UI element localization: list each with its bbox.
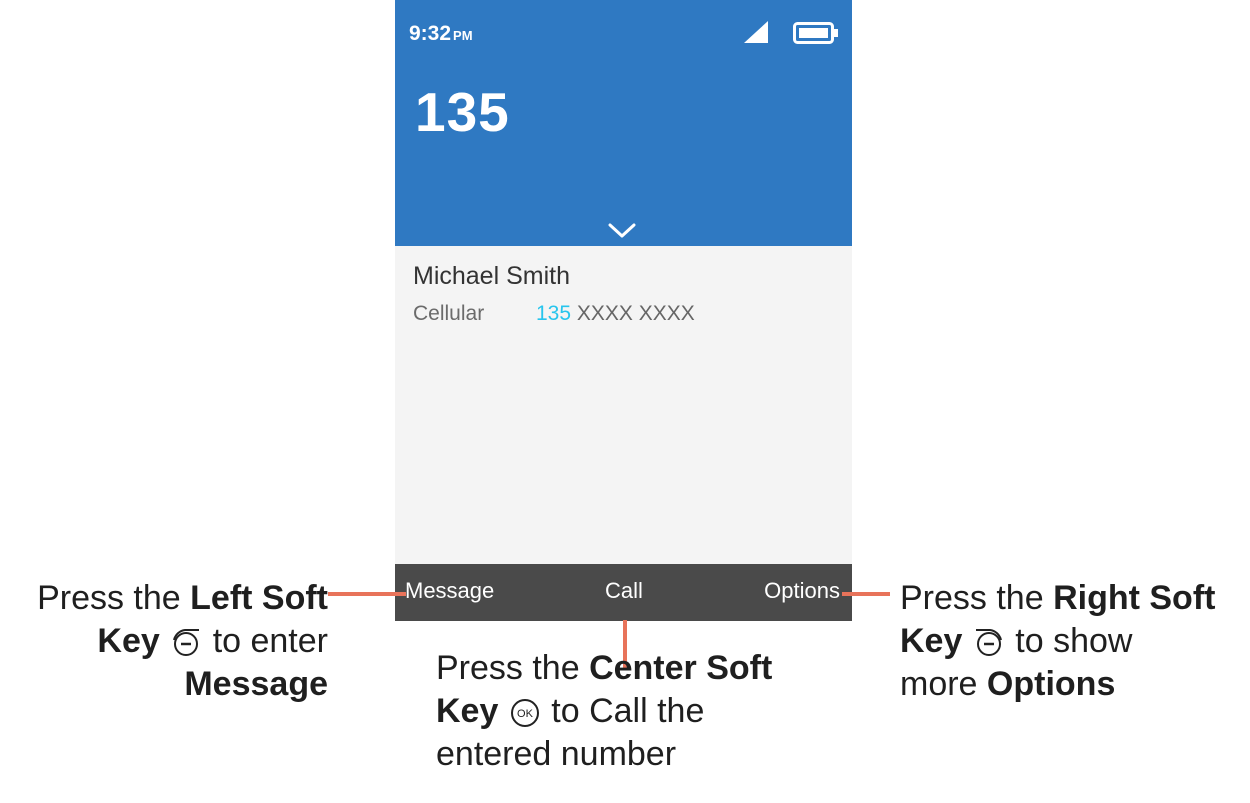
contact-suggestion[interactable]: Michael Smith Cellular 135 XXXX XXXX — [395, 246, 852, 564]
callout-bold: Key — [900, 622, 963, 660]
chevron-down-icon[interactable] — [607, 222, 637, 240]
right-callout-leader — [842, 592, 890, 596]
dialer-header: 9:32 PM 135 — [395, 0, 852, 246]
left-soft-key-callout: Press the Left Soft Key to enter Message — [8, 577, 328, 706]
status-ampm: PM — [453, 28, 473, 43]
ok-key-icon: OK — [510, 699, 539, 728]
callout-text: Press the — [37, 579, 191, 617]
dialed-number: 135 — [415, 81, 510, 143]
contact-type: Cellular — [413, 302, 485, 325]
callout-bold: Key — [436, 692, 499, 730]
callout-bold: Right Soft — [1053, 579, 1216, 617]
contact-number-match: 135 — [536, 302, 572, 325]
callout-text: entered number — [436, 735, 677, 773]
contact-number-line: Cellular 135 XXXX XXXX — [413, 302, 695, 326]
callout-bold: Key — [97, 622, 160, 660]
callout-bold: Options — [986, 665, 1116, 703]
softkey-message[interactable]: Message — [405, 578, 494, 604]
softkey-bar: Message Call Options — [395, 564, 852, 621]
callout-bold: Message — [184, 665, 328, 703]
phone-screen: 9:32 PM 135 Michael Smith Cellular 135 XXX… — [395, 0, 852, 621]
right-soft-key-callout: Press the Right Soft Key to show more Op… — [900, 577, 1250, 706]
status-time: 9:32 PM — [409, 22, 473, 45]
callout-text: to enter — [212, 622, 328, 660]
battery-icon — [793, 22, 838, 44]
callout-text: to Call the — [551, 692, 705, 730]
softkey-call[interactable]: Call — [605, 578, 643, 604]
callout-text: to show — [1015, 622, 1133, 660]
callout-bold: Center Soft — [589, 649, 773, 687]
left-soft-key-icon — [173, 629, 200, 657]
contact-name: Michael Smith — [413, 262, 570, 290]
callout-text: Press the — [436, 649, 590, 687]
signal-icon — [744, 21, 768, 43]
callout-text: Press the — [900, 579, 1054, 617]
center-soft-key-callout: Press the Center Soft Key OK to Call the… — [436, 647, 826, 776]
svg-text:OK: OK — [517, 708, 534, 720]
softkey-options[interactable]: Options — [764, 578, 840, 604]
callout-bold: Left Soft — [190, 579, 328, 617]
right-soft-key-icon — [975, 629, 1002, 657]
left-callout-leader — [328, 592, 406, 596]
status-bar: 9:32 PM — [395, 0, 852, 60]
contact-number-rest: XXXX XXXX — [576, 302, 695, 325]
callout-text: more — [900, 665, 987, 703]
